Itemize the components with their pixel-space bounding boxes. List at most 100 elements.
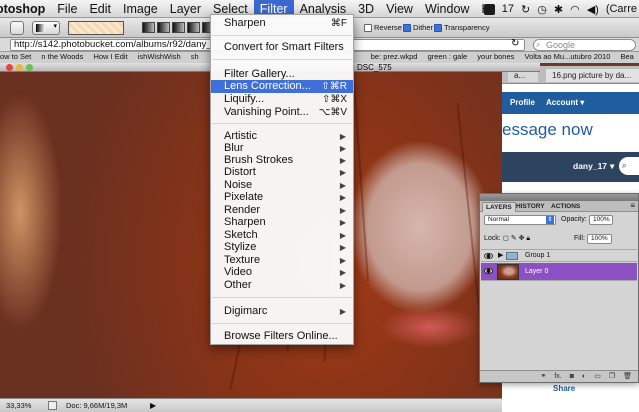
menu-item-distort[interactable]: Distort ▶: [211, 166, 353, 179]
app-menu[interactable]: otoshop: [0, 0, 51, 17]
lock-label: Lock:: [484, 235, 501, 242]
document-status-icon[interactable]: [48, 401, 57, 410]
chevron-right-icon[interactable]: ▶: [498, 251, 503, 259]
volume-icon[interactable]: ◀): [587, 3, 599, 16]
bookmark-item[interactable]: How I Edit: [93, 52, 127, 61]
opacity-input[interactable]: 100%: [589, 215, 613, 225]
dither-checkbox[interactable]: Dither: [403, 23, 433, 32]
nav-account[interactable]: Account ▾: [546, 92, 584, 114]
visibility-eye-icon[interactable]: [484, 268, 493, 274]
menu-item-convert-smart-filters[interactable]: Convert for Smart Filters: [211, 41, 353, 54]
panel-titlebar[interactable]: [480, 194, 638, 201]
reload-icon[interactable]: ↻: [511, 38, 519, 49]
angle-gradient-icon[interactable]: [172, 22, 185, 33]
clock-icon[interactable]: ◷: [537, 3, 547, 16]
chevron-right-icon[interactable]: ▶: [150, 399, 156, 412]
group-folder-icon[interactable]: ▭: [594, 371, 601, 382]
menu-item-label: Render: [224, 204, 261, 216]
bookmark-item[interactable]: sh: [191, 52, 199, 61]
tab-layers[interactable]: LAYERS: [482, 202, 516, 212]
tab-item[interactable]: 16.png picture by da...: [546, 69, 639, 82]
visibility-eye-icon[interactable]: [484, 253, 493, 259]
chevron-updown-icon: ⇕: [546, 216, 554, 224]
menu-layer[interactable]: Layer: [164, 0, 207, 17]
radial-gradient-icon[interactable]: [157, 22, 170, 33]
gradient-swatch[interactable]: [68, 21, 124, 35]
new-layer-icon[interactable]: ❐: [609, 371, 615, 382]
menu-item-video[interactable]: Video ▶: [211, 266, 353, 279]
trash-icon[interactable]: 🗑︎: [623, 371, 632, 382]
username[interactable]: dany_17: [573, 161, 607, 171]
tab-history[interactable]: HISTORY: [513, 202, 548, 212]
menu-item-lens-correction[interactable]: Lens Correction... ⇧⌘R: [211, 80, 353, 93]
menu-file[interactable]: File: [51, 0, 83, 17]
message-headline: essage now: [502, 120, 593, 139]
nav-profile[interactable]: Profile: [510, 92, 535, 114]
linear-gradient-icon[interactable]: [142, 22, 155, 33]
bookmark-item[interactable]: ishWishWish: [138, 52, 181, 61]
search-input[interactable]: ⌕ Google: [533, 39, 636, 51]
photoshop-badge-icon: [483, 3, 495, 15]
reflected-gradient-icon[interactable]: [187, 22, 200, 33]
menu-item-vanishing-point[interactable]: Vanishing Point... ⌥⌘V: [211, 106, 353, 119]
gradient-tool-icon: [36, 24, 45, 32]
adjustment-icon[interactable]: ◐: [582, 371, 586, 382]
menu-view[interactable]: View: [380, 0, 419, 17]
menu-item-stylize[interactable]: Stylize ▶: [211, 241, 353, 254]
zoom-level[interactable]: 33,33%: [6, 399, 31, 412]
menu-item-label: Sketch: [224, 229, 258, 241]
tab-actions[interactable]: ACTIONS: [548, 202, 583, 212]
layers-footer: ⚭ fx. ◙ ◐ ▭ ❐ 🗑︎: [480, 370, 638, 382]
bookmark-item[interactable]: your bones: [477, 52, 514, 61]
menu-edit[interactable]: Edit: [83, 0, 117, 17]
fill-label: Fill:: [574, 235, 585, 242]
menu-item-pixelate[interactable]: Pixelate ▶: [211, 191, 353, 204]
bookmark-item[interactable]: green : gale: [428, 52, 468, 61]
zoom-icon[interactable]: [26, 64, 33, 71]
menu-item-digimarc[interactable]: Digimarc ▶: [211, 305, 353, 318]
menu-3d[interactable]: 3D: [352, 0, 380, 17]
fill-input[interactable]: 100%: [587, 234, 612, 244]
menu-window[interactable]: Window: [419, 0, 475, 17]
bookmark-item[interactable]: ow to Set: [0, 52, 31, 61]
folder-icon: [506, 252, 518, 260]
gradient-tool-picker[interactable]: ▾: [32, 21, 60, 35]
menu-image[interactable]: Image: [117, 0, 164, 17]
menu-item-label: Vanishing Point...: [224, 106, 309, 118]
share-link[interactable]: Share: [553, 384, 575, 393]
menu-item-other[interactable]: Other ▶: [211, 279, 353, 292]
link-icon[interactable]: ⚭: [540, 371, 546, 382]
wifi-icon[interactable]: ◠: [570, 3, 580, 16]
site-search-icon[interactable]: ⌕: [619, 157, 639, 175]
tool-preset-button[interactable]: [10, 21, 24, 35]
bookmark-item[interactable]: Volta ao Mu...utubro 2010: [524, 52, 610, 61]
document-title: DSC_575: [357, 63, 392, 72]
layer-row-group[interactable]: ▶ Group 1: [481, 249, 637, 262]
chevron-down-icon[interactable]: ▾: [610, 161, 614, 172]
menu-item-liquify[interactable]: Liquify... ⇧⌘X: [211, 93, 353, 106]
menu-item-browse-filters-online[interactable]: Browse Filters Online...: [211, 330, 353, 343]
shortcut-label: ⌥⌘V: [318, 107, 347, 118]
menu-item-sharpen[interactable]: Sharpen ▶: [211, 216, 353, 229]
blend-mode-select[interactable]: Normal ⇕: [484, 215, 556, 225]
mask-icon[interactable]: ◙: [570, 371, 574, 382]
lock-icons[interactable]: ◻ ✎ ✥ 🔒︎: [503, 234, 530, 243]
menu-item-label: Brush Strokes: [224, 154, 294, 166]
fx-icon[interactable]: fx.: [554, 371, 561, 382]
bookmark-item[interactable]: be: prez.wkpd: [371, 52, 418, 61]
minimize-icon[interactable]: [16, 64, 23, 71]
close-icon[interactable]: [6, 64, 13, 71]
reverse-checkbox[interactable]: Reverse: [364, 23, 402, 32]
menu-divider: [212, 297, 352, 298]
sync-icon[interactable]: ↻: [521, 3, 530, 16]
bookmark-item[interactable]: Bea: [620, 52, 633, 61]
layer-row-selected[interactable]: Layer 0: [481, 263, 637, 281]
submenu-arrow-icon: ▶: [339, 243, 346, 252]
bluetooth-icon[interactable]: ✱: [554, 3, 563, 16]
transparency-checkbox[interactable]: Transparency: [434, 23, 490, 32]
document-size: Doc: 9,66M/19,3M: [66, 401, 128, 410]
battery-status[interactable]: (Carre: [606, 3, 637, 15]
menu-item-sharpen-last[interactable]: Sharpen ⌘F: [211, 17, 353, 30]
panel-menu-icon[interactable]: ≡: [630, 201, 635, 210]
bookmark-item[interactable]: n the Woods: [41, 52, 83, 61]
